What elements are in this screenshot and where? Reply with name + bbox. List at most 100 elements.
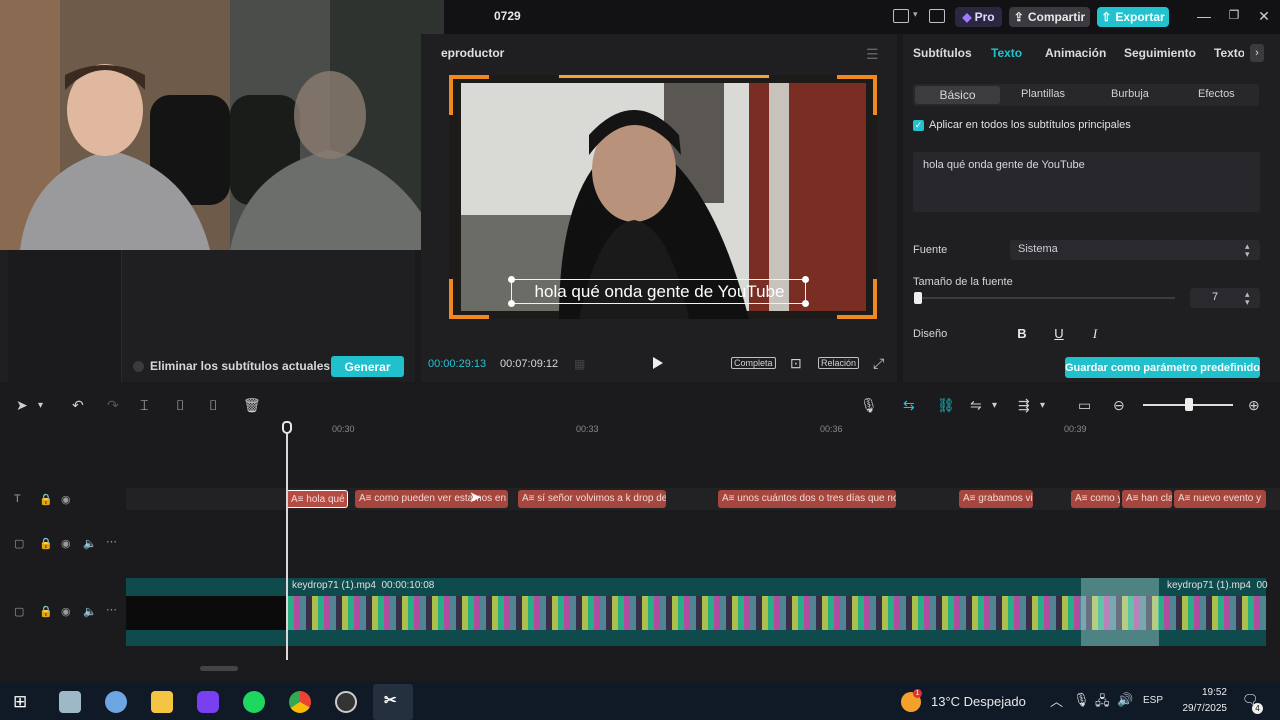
linkage-icon[interactable]: ⇋ [970,397,982,414]
app-purple-icon[interactable] [197,691,219,713]
select-cursor-icon[interactable]: ➤ [16,397,28,414]
resize-handle[interactable] [508,276,515,283]
subtitle-clip[interactable]: A≡ nuevo evento y [1174,490,1266,508]
zoom-slider-handle[interactable] [1185,398,1193,411]
close-icon[interactable]: ✕ [1256,8,1272,25]
horizontal-scrollbar[interactable] [200,666,238,671]
subtitle-clip[interactable]: A≡ han cla [1122,490,1172,508]
lock-icon[interactable]: 🔒 [39,605,53,618]
weather-text[interactable]: 13°C Despejado [931,694,1026,709]
magnet-icon[interactable]: ⇆ [903,397,915,414]
volume-icon[interactable]: 🔈 [83,537,97,550]
subtitle-clip[interactable]: A≡ hola qué [286,490,348,508]
minimize-icon[interactable]: — [1196,8,1212,24]
tab-text-2[interactable]: Texto [1214,46,1244,60]
snapshot-icon[interactable]: ⊡ [790,355,802,372]
folder-icon[interactable] [151,691,173,713]
spotify-icon[interactable] [243,691,265,713]
aspect-ratio-button[interactable]: Relación [818,357,860,369]
export-button[interactable]: ⇧ Exportar [1097,7,1169,27]
fullscreen-icon[interactable]: ⤢ [873,355,884,372]
caption-icon[interactable]: ▭ [1078,397,1091,414]
tab-subtitles[interactable]: Subtítulos [913,46,972,60]
underline-button[interactable]: U [1050,325,1068,343]
fit-full-button[interactable]: Completa [731,357,776,369]
eye-icon[interactable]: ◉ [61,537,71,550]
tab-animation[interactable]: Animación [1045,46,1106,60]
resize-handle[interactable] [802,276,809,283]
speaker-icon[interactable]: 🔊 [1117,692,1133,708]
obs-icon[interactable] [335,691,357,713]
grid-icon[interactable]: ▦ [574,357,585,371]
explorer-app-icon[interactable] [59,691,81,713]
italic-button[interactable]: I [1086,325,1104,343]
language-indicator[interactable]: ESP [1143,695,1163,706]
subtab-effects[interactable]: Efectos [1198,88,1235,100]
eye-icon[interactable]: ◉ [61,605,71,618]
chevron-down-icon[interactable]: ▾ [38,400,43,411]
tab-text[interactable]: Texto [991,46,1022,60]
lock-icon[interactable]: 🔒 [39,537,53,550]
redo-icon[interactable]: ↷ [107,397,119,414]
chevron-right-icon[interactable]: › [1250,44,1264,62]
tab-tracking[interactable]: Seguimiento [1124,46,1196,60]
eye-icon[interactable]: ◉ [61,493,71,506]
resize-handle[interactable] [802,300,809,307]
play-icon[interactable] [653,357,663,369]
delete-icon[interactable]: 🗑 [243,397,261,414]
subtab-bubble[interactable]: Burbuja [1111,88,1149,100]
radio-button[interactable] [133,360,144,372]
split-icon[interactable]: ⌶ [140,397,148,414]
microphone-icon[interactable]: 🎙 [860,397,878,414]
timeline-ruler[interactable] [126,420,1280,436]
shortcuts-icon[interactable] [929,9,945,23]
checkbox-checked[interactable]: ✓ [913,119,924,131]
chrome-icon[interactable] [289,691,311,713]
lock-icon[interactable]: 🔒 [39,493,53,506]
clock-date[interactable]: 29/7/2025 [1174,703,1228,714]
network-icon[interactable]: 🖧 [1095,692,1110,714]
chevron-down-icon[interactable]: ▾ [992,400,997,411]
volume-icon[interactable]: 🔈 [83,605,97,618]
app-icon[interactable] [105,691,127,713]
bold-button[interactable]: B [1013,325,1031,343]
generate-button[interactable]: Generar [331,356,404,377]
text-input[interactable]: hola qué onda gente de YouTube [913,152,1260,212]
restore-icon[interactable]: ❐ [1226,8,1242,22]
font-select[interactable]: Sistema [1010,240,1260,260]
resize-handle[interactable] [508,300,515,307]
share-button[interactable]: ⇪ Compartir [1009,7,1090,27]
chevron-down-icon[interactable]: ▾ [1040,400,1045,411]
trim-left-icon[interactable]: ⌷ [176,397,184,414]
more-icon[interactable]: ⋯ [106,603,117,616]
remove-subtitles-option[interactable]: Eliminar los subtítulos actuales [133,359,330,373]
subtab-templates[interactable]: Plantillas [1021,88,1065,100]
font-size-slider-track[interactable] [918,297,1175,299]
playhead-handle[interactable] [282,421,292,434]
subtitle-clip[interactable]: A≡ sí señor volvimos a k drop de [518,490,666,508]
subtitle-clip[interactable]: A≡ grabamos vi [959,490,1033,508]
subtitle-clip[interactable]: A≡ como y [1071,490,1120,508]
subtitle-selection-box[interactable]: hola qué onda gente de YouTube [508,276,809,307]
link-icon[interactable]: ⛓ [937,397,955,414]
menu-icon[interactable]: ☰ [866,46,879,63]
chevron-up-icon[interactable]: ︿ [1050,691,1063,710]
apply-all-checkbox-row[interactable]: ✓ Aplicar en todos los subtítulos princi… [913,119,1131,131]
save-preset-button[interactable]: Guardar como parámetro predefinido [1065,357,1260,378]
subtab-basic[interactable]: Básico [915,86,1000,104]
microphone-tray-icon[interactable]: 🎙 [1073,692,1090,708]
undo-icon[interactable]: ↶ [72,397,84,414]
zoom-in-icon[interactable]: ⊕ [1248,397,1260,414]
clock-time[interactable]: 19:52 [1187,687,1227,698]
layout-icon[interactable] [893,9,909,23]
more-icon[interactable]: ⋯ [106,535,117,548]
trim-right-icon[interactable]: ⌷ [209,397,217,414]
stepper-arrows-icon[interactable]: ▴ ▾ [1245,290,1250,307]
pro-button[interactable]: ◆ Pro [955,7,1002,27]
preview-axis-icon[interactable]: ⇶ [1018,397,1030,414]
font-size-slider-handle[interactable] [914,292,922,304]
subtitle-clip[interactable]: A≡ como pueden ver estamos en [355,490,508,508]
windows-start-icon[interactable]: ⊞ [13,692,27,712]
chevron-down-icon[interactable]: ▾ [913,9,918,20]
zoom-out-icon[interactable]: ⊖ [1113,397,1125,414]
